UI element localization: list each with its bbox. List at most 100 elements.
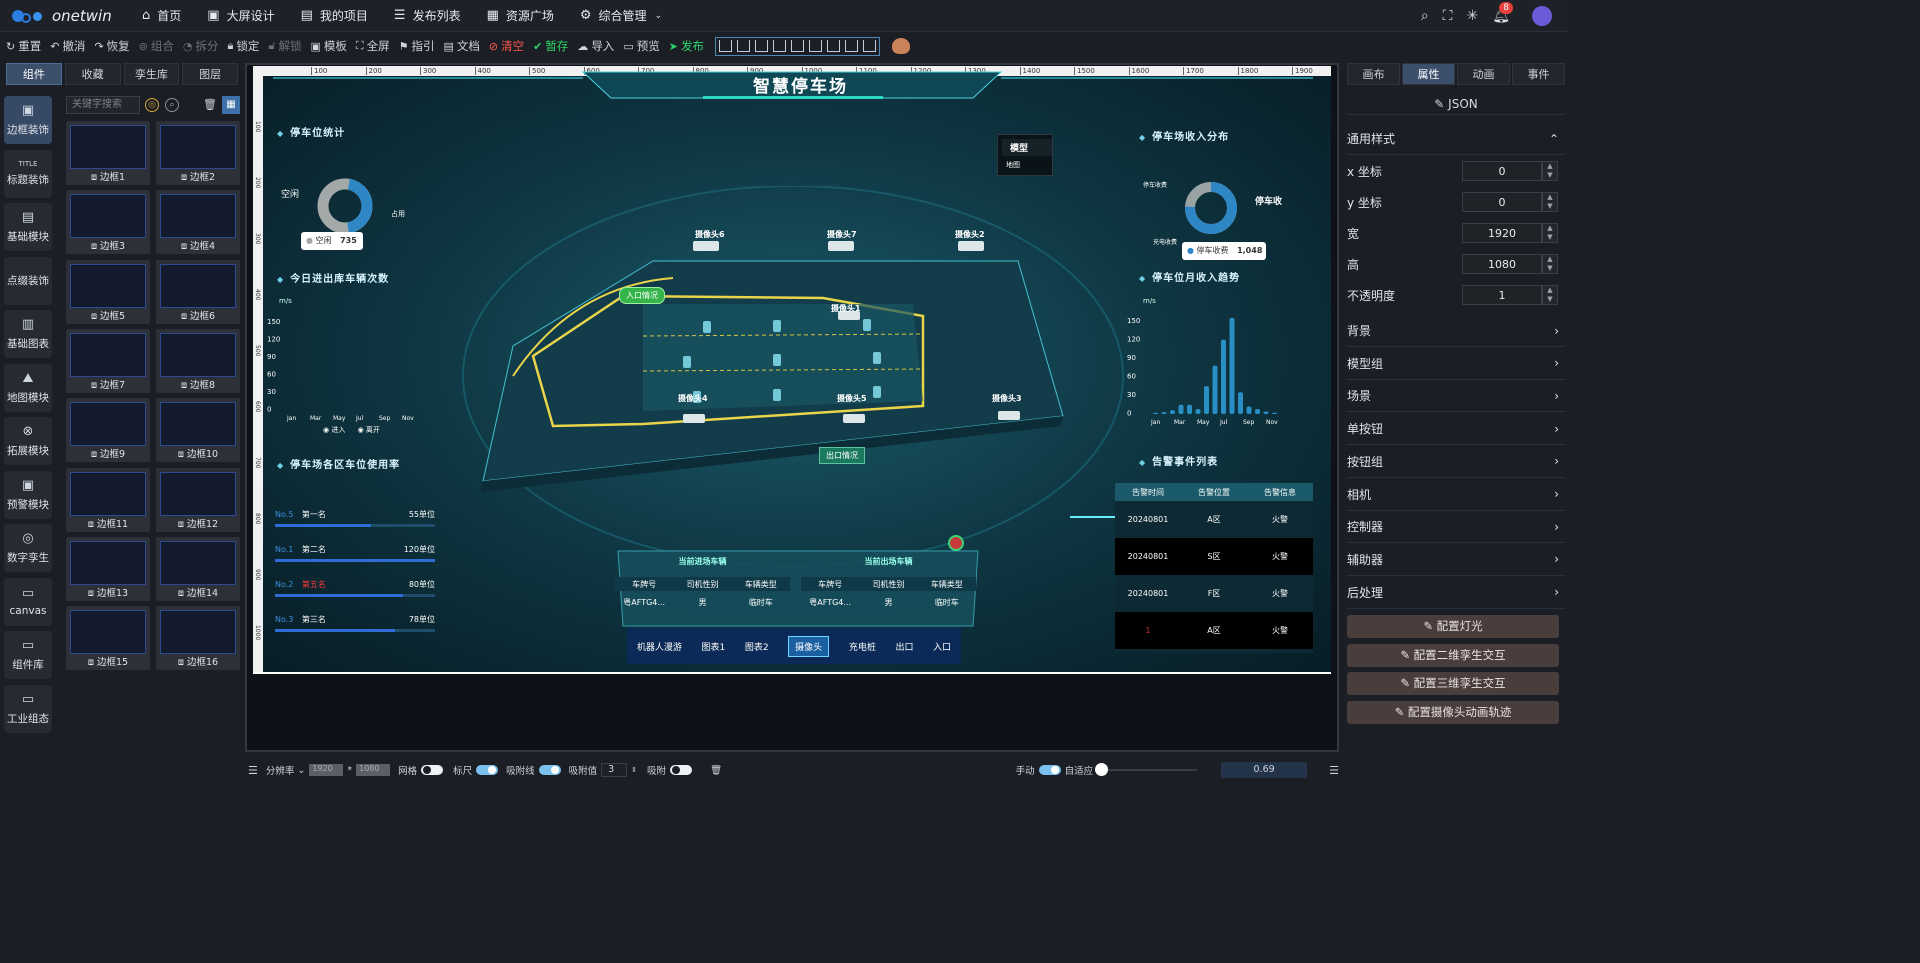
chevron-down-icon[interactable]: ⌄ (297, 765, 305, 776)
distribute-v-icon[interactable] (844, 40, 858, 52)
alarm-row[interactable]: 20240801 S区 火警 (1115, 538, 1313, 575)
category-border[interactable]: ▣ 边框装饰 (4, 96, 52, 144)
alarm-row[interactable]: 20240801 A区 火警 (1115, 501, 1313, 538)
width-stepper[interactable]: ▲ ▼ (1542, 223, 1558, 243)
tab-events[interactable]: 事件 (1512, 63, 1565, 85)
camera-label[interactable]: 摄像头2 (955, 229, 985, 240)
section-item[interactable]: 相机 › (1347, 479, 1565, 511)
thumbnail-card[interactable]: ⧈ 边框1 (66, 121, 150, 185)
ruler-toggle[interactable] (476, 765, 499, 775)
template-button[interactable]: ▣ 模板 (310, 38, 346, 54)
nav-my-projects[interactable]: ▤ 我的项目 (301, 7, 368, 24)
clear-button[interactable]: ⊘ 清空 (489, 38, 524, 54)
x-stepper[interactable]: ▲ ▼ (1542, 161, 1558, 181)
category-map[interactable]: ⛰ 地图模块 (4, 363, 52, 412)
snap-line-toggle[interactable] (538, 765, 561, 775)
align-bottom-icon[interactable] (808, 40, 822, 52)
section-item[interactable]: 后处理 › (1347, 577, 1565, 609)
config-button[interactable]: ✎ 配置灯光 (1347, 615, 1559, 638)
category-industrial[interactable]: ▭ 工业组态 (4, 684, 52, 733)
design-stage[interactable]: 100 200 300 400 500 600 700 800 900 1000 1100 1200 1… (253, 66, 1331, 674)
thumbnail-card[interactable]: ⧈ 边框3 (66, 190, 150, 255)
snap-value-input[interactable]: 3 (601, 763, 628, 777)
left-ruler[interactable]: 100 200 300 400 500 600 700 800 900 1000 (253, 76, 263, 674)
tab-animation[interactable]: 动画 (1457, 63, 1510, 85)
fullscreen-icon[interactable]: ⛶ (1443, 8, 1453, 24)
section-item[interactable]: 按钮组 › (1347, 446, 1565, 478)
category-chart[interactable]: ▥ 基础图表 (4, 310, 52, 358)
stage-tab[interactable]: 摄像头 (788, 635, 830, 657)
height-stepper[interactable]: ▲ ▼ (1542, 254, 1558, 274)
nav-management[interactable]: ⚙ 综合管理 ⌄ (580, 7, 662, 24)
align-right-icon[interactable] (754, 40, 768, 52)
thumbnail-card[interactable]: ⧈ 边框16 (156, 606, 240, 671)
x-input[interactable] (1462, 161, 1542, 181)
camera-label[interactable]: 摄像头5 (837, 393, 867, 404)
stage-tab[interactable]: 机器人漫游 (637, 640, 682, 653)
thumbnail-card[interactable]: ⧈ 边框8 (156, 328, 240, 393)
nav-screen-design[interactable]: ▣ 大屏设计 (207, 7, 274, 24)
undo-button[interactable]: ↶ 撤消 (50, 38, 85, 54)
camera-label[interactable]: 摄像头7 (827, 229, 857, 240)
save-button[interactable]: ✔ 暂存 (533, 38, 568, 54)
model-item[interactable]: 地图 (1006, 160, 1052, 170)
thumbnail-card[interactable]: ⧈ 边框7 (66, 328, 150, 393)
search-icon[interactable]: ⌕ (1421, 8, 1429, 24)
status-menu-icon[interactable]: ☰ (248, 764, 258, 777)
alarm-row[interactable]: 1 A区 火警 (1115, 612, 1313, 649)
stepper-icon[interactable]: ⇕ (631, 766, 637, 774)
stage-tab[interactable]: 图表2 (745, 640, 769, 653)
category-extension[interactable]: ⊗ 拓展模块 (4, 417, 52, 465)
logo[interactable]: onetwin (12, 7, 134, 25)
camera-label[interactable]: 摄像头6 (695, 229, 725, 240)
height-input[interactable] (1462, 254, 1542, 274)
delete-icon[interactable]: 🗑︎ (203, 98, 217, 111)
distribute-h-icon[interactable] (826, 40, 840, 52)
list-icon[interactable]: ☰ (1329, 764, 1339, 777)
split-button[interactable]: ◔ 拆分 (183, 38, 219, 54)
align-left-icon[interactable] (718, 40, 732, 52)
section-item[interactable]: 辅助器 › (1347, 544, 1565, 576)
tab-favorites[interactable]: 收藏 (64, 63, 121, 85)
stage-tab[interactable]: 出口 (895, 640, 913, 653)
exit-tag[interactable]: 出口情况 (819, 447, 865, 464)
section-item[interactable]: 控制器 › (1347, 511, 1565, 544)
snap-toggle[interactable] (670, 765, 693, 775)
redo-button[interactable]: ↷ 恢复 (94, 38, 129, 54)
preview-button[interactable]: ▭ 预览 (623, 38, 659, 54)
avatar[interactable] (1532, 6, 1552, 26)
nav-home[interactable]: ⌂ 首页 (142, 7, 181, 24)
json-button[interactable]: ✎ JSON (1347, 93, 1565, 115)
fit-icon[interactable] (862, 40, 876, 52)
thumbnail-card[interactable]: ⧈ 边框6 (156, 259, 240, 324)
section-general-style[interactable]: 通用样式 ⌃ (1347, 123, 1565, 155)
camera-label[interactable]: 摄像头3 (992, 393, 1022, 404)
stage-tab[interactable]: 入口 (933, 640, 951, 653)
model-selector[interactable]: 模型 地图 (997, 134, 1053, 176)
component-search-input[interactable]: 关键字搜索 (66, 96, 140, 114)
category-canvas[interactable]: ▭ canvas (4, 577, 52, 626)
nav-publish-list[interactable]: ☰ 发布列表 (394, 7, 461, 24)
grid-view-icon[interactable]: ▦ (222, 96, 240, 114)
tab-twin-library[interactable]: 孪生库 (123, 63, 180, 85)
align-middle-icon[interactable] (790, 40, 804, 52)
width-input[interactable] (1462, 223, 1542, 243)
tab-layers[interactable]: 图层 (182, 63, 238, 85)
group-button[interactable]: ⊚ 组合 (139, 38, 174, 54)
zoom-slider[interactable] (1095, 763, 1198, 776)
doc-button[interactable]: ▤ 文档 (443, 38, 479, 54)
search-icon[interactable]: ⌕ (165, 98, 179, 112)
opacity-input[interactable] (1462, 285, 1542, 305)
filter-icon[interactable]: ◎ (145, 98, 159, 112)
category-ornament[interactable]: 点缀装饰 (4, 256, 52, 305)
thumbnail-card[interactable]: ⧈ 边框5 (66, 259, 150, 324)
fullscreen-button[interactable]: ⛶ 全屏 (356, 38, 390, 54)
reset-button[interactable]: ↻ 重置 (6, 38, 41, 54)
config-button[interactable]: ✎ 配置摄像头动画轨迹 (1347, 701, 1559, 725)
align-top-icon[interactable] (772, 40, 786, 52)
manual-toggle[interactable] (1038, 765, 1061, 775)
section-item[interactable]: 单按钮 › (1347, 413, 1565, 446)
category-alarm[interactable]: ▣ 预警模块 (4, 470, 52, 519)
thumbnail-card[interactable]: ⧈ 边框12 (156, 467, 240, 532)
alarm-row[interactable]: 20240801 F区 火警 (1115, 575, 1313, 612)
